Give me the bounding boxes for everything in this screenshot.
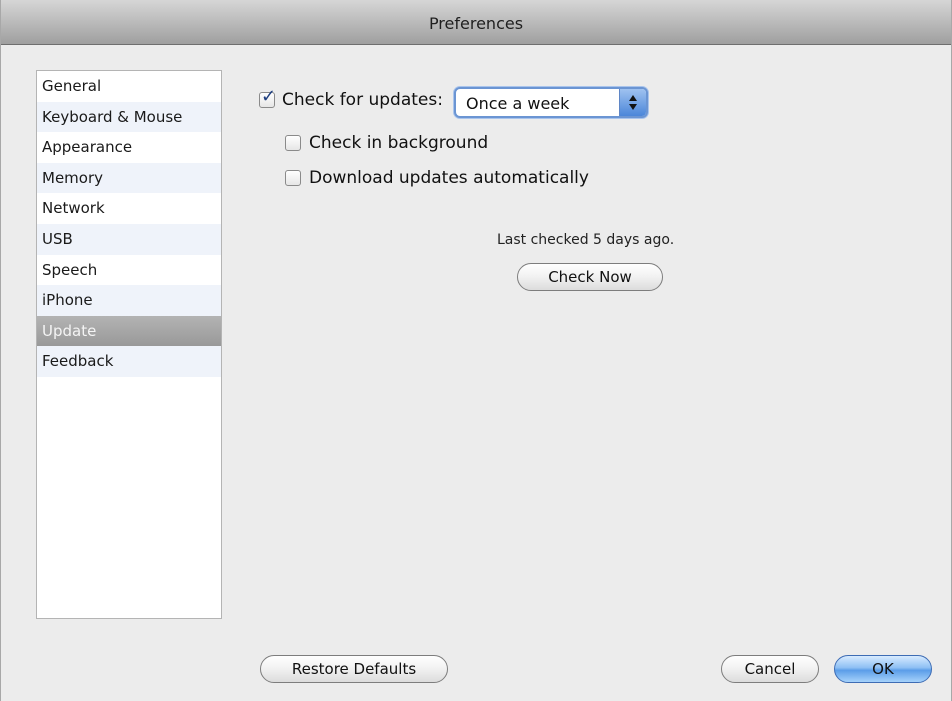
window-title: Preferences	[428, 14, 524, 33]
ok-button[interactable]: OK	[834, 655, 932, 683]
sidebar-item-appearance[interactable]: Appearance	[37, 132, 221, 163]
sidebar-item-iphone[interactable]: iPhone	[37, 285, 221, 316]
download-automatically-checkbox[interactable]	[285, 170, 301, 186]
sidebar-item-network[interactable]: Network	[37, 193, 221, 224]
cancel-button[interactable]: Cancel	[721, 655, 819, 683]
select-arrows-icon	[619, 89, 646, 116]
sidebar-item-feedback[interactable]: Feedback	[37, 346, 221, 377]
checkmark-icon: ✓	[261, 86, 277, 107]
sidebar-item-memory[interactable]: Memory	[37, 162, 221, 194]
update-frequency-select[interactable]: Once a week	[454, 87, 648, 118]
restore-defaults-button[interactable]: Restore Defaults	[260, 655, 448, 683]
sidebar-item-usb[interactable]: USB	[37, 223, 221, 255]
sidebar-item-update[interactable]: Update	[37, 315, 221, 347]
check-in-background-label: Check in background	[309, 133, 489, 153]
check-for-updates-checkbox[interactable]: ✓	[259, 87, 276, 108]
check-now-button[interactable]: Check Now	[517, 263, 663, 291]
download-automatically-label: Download updates automatically	[309, 168, 589, 188]
preferences-window: Preferences General Keyboard & Mouse App…	[0, 0, 952, 701]
sidebar-item-keyboard-mouse[interactable]: Keyboard & Mouse	[37, 101, 221, 133]
preferences-sidebar: General Keyboard & Mouse Appearance Memo…	[36, 70, 222, 619]
sidebar-item-general[interactable]: General	[37, 71, 221, 102]
check-in-background-checkbox[interactable]	[285, 135, 301, 151]
sidebar-item-speech[interactable]: Speech	[37, 255, 221, 286]
last-checked-status: Last checked 5 days ago.	[497, 232, 675, 248]
update-frequency-value: Once a week	[466, 94, 570, 113]
check-for-updates-label: Check for updates:	[282, 90, 443, 110]
title-bar[interactable]: Preferences	[1, 0, 951, 45]
